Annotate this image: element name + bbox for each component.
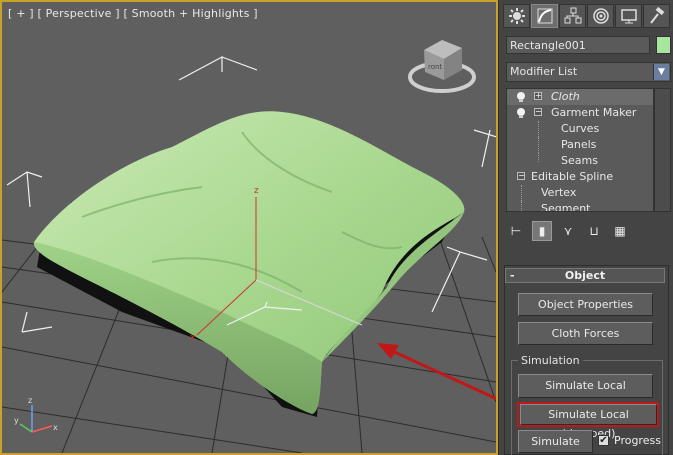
stack-item-cloth[interactable]: + Cloth xyxy=(507,89,653,105)
remove-modifier-icon[interactable]: ⊔ xyxy=(584,221,604,241)
simulate-button[interactable]: Simulate xyxy=(518,430,593,453)
modify-tab[interactable] xyxy=(531,4,558,28)
pin-stack-icon[interactable]: ⊢ xyxy=(506,221,526,241)
utilities-tab[interactable] xyxy=(643,4,670,28)
chevron-down-icon[interactable]: ▼ xyxy=(653,64,669,80)
collapse-minus-icon[interactable]: − xyxy=(534,108,542,116)
stack-item-editable-spline[interactable]: − Editable Spline xyxy=(507,169,653,185)
simulation-group-title: Simulation xyxy=(518,354,583,367)
object-color-swatch[interactable] xyxy=(656,36,671,54)
expand-plus-icon[interactable]: + xyxy=(534,92,542,100)
motion-tab[interactable] xyxy=(587,4,614,28)
stack-item-vertex[interactable]: Vertex xyxy=(507,185,653,201)
modifier-stack[interactable]: + Cloth − Garment Maker Curves Panels Se… xyxy=(506,88,654,212)
lightbulb-icon[interactable] xyxy=(517,108,525,118)
modifier-list-dropdown[interactable]: Modifier List ▼ xyxy=(506,62,671,82)
configure-modifier-sets-icon[interactable]: ▦ xyxy=(610,221,630,241)
annotation-highlight-box xyxy=(517,402,659,427)
hammer-icon xyxy=(649,7,664,24)
command-panel-tabs xyxy=(503,4,671,28)
lightbulb-icon[interactable] xyxy=(517,92,525,102)
sun-gear-icon xyxy=(508,8,525,24)
hierarchy-tab[interactable] xyxy=(559,4,586,28)
pivot-x-label: x xyxy=(190,333,196,343)
collapse-minus-icon[interactable]: − xyxy=(517,172,525,180)
svg-text:z: z xyxy=(28,396,32,405)
stack-item-curves[interactable]: Curves xyxy=(507,121,653,137)
stack-item-segment[interactable]: Segment xyxy=(507,201,653,211)
modifier-stack-scrollbar[interactable] xyxy=(654,88,671,212)
make-unique-icon[interactable]: ⋎ xyxy=(558,221,578,241)
svg-text:y: y xyxy=(14,416,19,425)
progress-label: Progress xyxy=(614,434,661,447)
bend-curve-icon xyxy=(537,8,552,24)
motion-circle-icon xyxy=(592,8,609,24)
annotation-arrow xyxy=(377,343,496,401)
progress-checkbox[interactable]: ✔ xyxy=(598,435,609,446)
cloth-forces-button[interactable]: Cloth Forces xyxy=(518,322,653,345)
create-tab[interactable] xyxy=(503,4,530,28)
simulate-local-button[interactable]: Simulate Local xyxy=(518,374,653,398)
object-rollout-header[interactable]: - Object xyxy=(505,268,665,283)
stack-item-garment-maker[interactable]: − Garment Maker xyxy=(507,105,653,121)
modifier-list-label: Modifier List xyxy=(510,65,578,78)
object-properties-button[interactable]: Object Properties xyxy=(518,293,653,316)
world-axis-gizmo: z x y xyxy=(14,396,58,433)
stack-item-seams[interactable]: Seams xyxy=(507,153,653,169)
perspective-viewport[interactable]: z x ront z x y [ + ] [ Perspective ] [ S… xyxy=(0,0,498,455)
viewport-scene: z x ront z x y xyxy=(2,40,496,453)
viewcube-face-label: ront xyxy=(428,63,442,71)
hierarchy-icon xyxy=(564,7,581,24)
object-name-field[interactable]: Rectangle001 xyxy=(506,36,650,54)
stack-tools: ⊢ ▮ ⋎ ⊔ ▦ xyxy=(506,220,671,242)
show-end-result-icon[interactable]: ▮ xyxy=(532,221,552,241)
pivot-z-label: z xyxy=(254,186,259,196)
viewport-label[interactable]: [ + ] [ Perspective ] [ Smooth + Highlig… xyxy=(8,7,258,20)
display-tab[interactable] xyxy=(615,4,642,28)
stack-item-panels[interactable]: Panels xyxy=(507,137,653,153)
svg-text:x: x xyxy=(53,423,58,432)
viewcube[interactable]: ront xyxy=(408,40,476,93)
monitor-icon xyxy=(620,9,637,24)
